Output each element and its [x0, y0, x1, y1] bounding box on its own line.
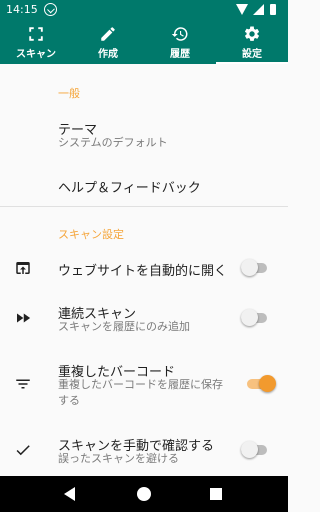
check-icon	[16, 445, 30, 456]
recent-apps-icon[interactable]	[210, 488, 222, 500]
tab-settings[interactable]: 設定	[216, 20, 288, 64]
sync-icon	[44, 3, 57, 16]
pref-summary: 誤ったスキャンを避ける	[58, 452, 179, 465]
pencil-icon	[101, 27, 115, 41]
pref-title: ウェブサイトを自動的に開く	[58, 264, 228, 279]
switch-thumb	[259, 375, 276, 392]
settings-list: 一般 テーマ システムのデフォルト ヘルプ＆フィードバック スキャン設定 ウェブ…	[0, 64, 288, 476]
home-icon[interactable]	[137, 487, 151, 501]
switch-thumb	[241, 441, 258, 458]
manual-confirm-switch[interactable]	[241, 440, 267, 460]
tab-label: 設定	[242, 49, 262, 60]
section-header-scan: スキャン設定	[58, 228, 124, 241]
status-time: 14:15	[6, 3, 38, 16]
open-website-switch[interactable]	[241, 258, 267, 278]
pref-summary: 重複したバーコードを履歴に保存する	[58, 378, 223, 407]
pref-summary: システムのデフォルト	[58, 136, 168, 149]
continuous-scan-switch[interactable]	[241, 308, 267, 328]
filter-icon	[16, 379, 30, 389]
tab-scan[interactable]: スキャン	[0, 20, 72, 64]
pref-title: ヘルプ＆フィードバック	[58, 181, 201, 196]
switch-thumb	[241, 309, 258, 326]
duplicate-barcode-switch[interactable]	[247, 374, 276, 394]
fast-forward-icon	[17, 313, 31, 323]
open-in-browser-icon	[16, 262, 30, 274]
tab-label: 履歴	[170, 49, 190, 60]
pref-summary: スキャンを履歴にのみ追加	[58, 320, 190, 333]
tab-create[interactable]: 作成	[72, 20, 144, 64]
tab-history[interactable]: 履歴	[144, 20, 216, 64]
tab-label: スキャン	[16, 49, 56, 60]
tab-bar: スキャン 作成 履歴 設定	[0, 20, 288, 64]
scan-frame-icon	[29, 27, 43, 41]
signal-icon	[253, 4, 264, 15]
wifi-icon	[236, 4, 248, 15]
section-divider	[0, 206, 288, 207]
tab-label: 作成	[98, 49, 118, 60]
battery-icon	[270, 4, 276, 15]
system-nav-bar	[0, 476, 288, 512]
history-icon	[171, 27, 188, 41]
back-icon[interactable]	[64, 487, 75, 501]
switch-thumb	[241, 259, 258, 276]
status-bar: 14:15	[0, 0, 288, 20]
section-header-general: 一般	[58, 87, 80, 100]
gear-icon	[244, 26, 260, 41]
